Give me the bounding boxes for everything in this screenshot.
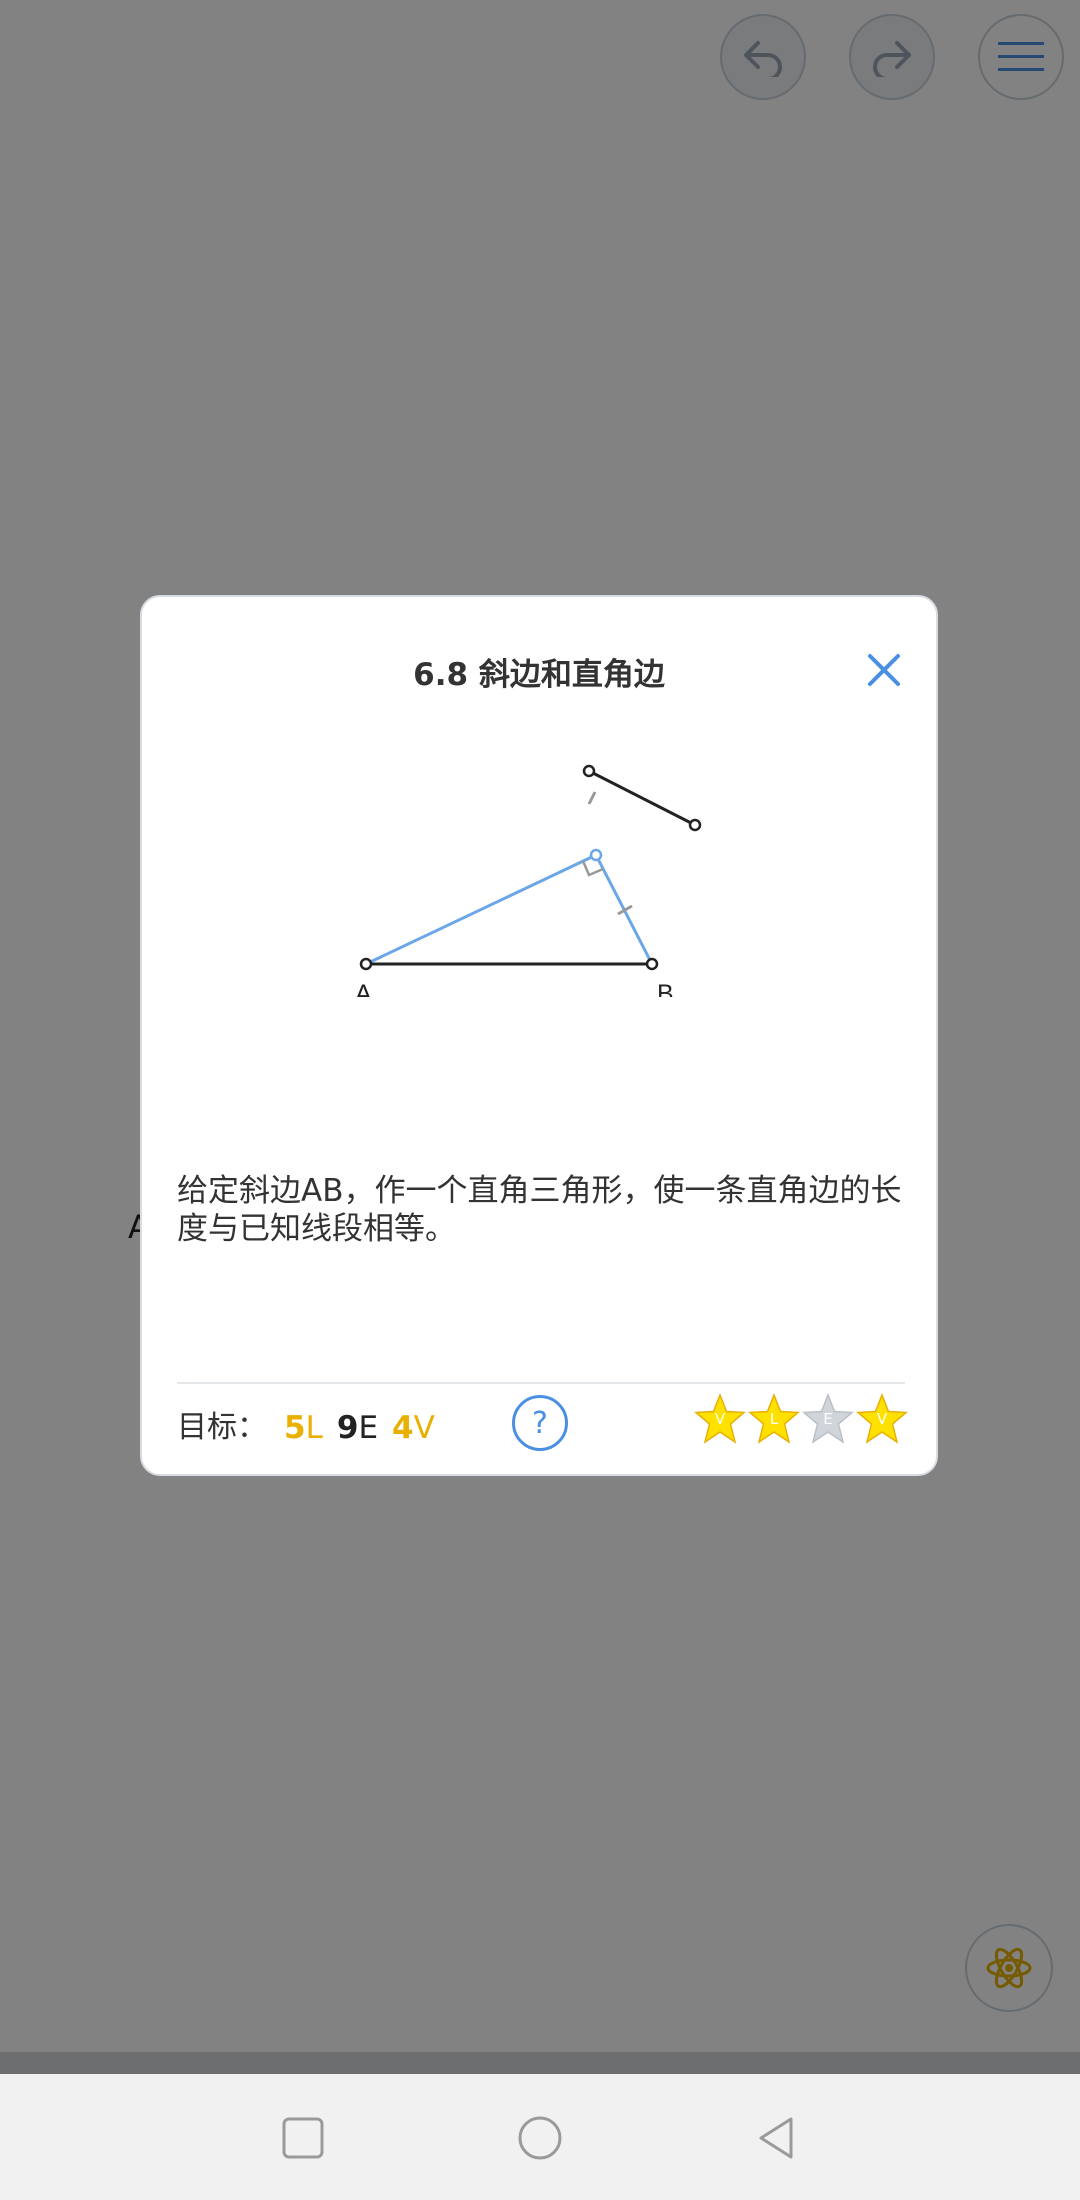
triangle-back-icon (759, 2117, 793, 2159)
star-v2: V (856, 1392, 908, 1448)
goal-e-count: 9 (336, 1410, 359, 1446)
point-c (589, 848, 603, 862)
level-dialog: 6.8 斜边和直角边 A B 给定斜边AB，作一个直角三角形，使一条直角边的长度… (140, 595, 938, 1476)
goal-l-letter: L (305, 1410, 323, 1446)
star-letter: E (823, 1410, 833, 1428)
goal-e: 9E (337, 1400, 378, 1456)
circle-icon (518, 2116, 562, 2160)
goal-e-letter: E (358, 1410, 379, 1446)
star-letter: V (714, 1410, 726, 1428)
point-b (645, 957, 659, 971)
goals-label: 目标： (177, 1410, 267, 1445)
star-l: L (748, 1392, 800, 1448)
star-letter: V (876, 1410, 888, 1428)
square-icon (282, 2117, 324, 2159)
point-a (359, 957, 373, 971)
point-a-label: A (355, 980, 372, 997)
star-letter: L (769, 1410, 779, 1428)
goal-l: 5L (284, 1400, 323, 1456)
divider (177, 1382, 905, 1384)
goal-v: 4V (392, 1400, 435, 1456)
star-e: E (802, 1392, 854, 1448)
back-button[interactable] (748, 2110, 804, 2166)
given-segment (588, 769, 696, 827)
given-segment-endpoint (688, 818, 702, 832)
problem-diagram: A B (355, 764, 702, 997)
goal-v-letter: V (413, 1410, 435, 1446)
system-navigation-bar (0, 2074, 1080, 2200)
goal-l-count: 5 (284, 1410, 306, 1446)
goals-list: 5L 9E 4V (284, 1400, 435, 1456)
given-segment-endpoint (582, 764, 596, 778)
problem-description: 给定斜边AB，作一个直角三角形，使一条直角边的长度与已知线段相等。 (177, 1173, 902, 1247)
home-button[interactable] (512, 2110, 568, 2166)
point-b-label: B (657, 980, 674, 997)
help-button[interactable]: ? (512, 1395, 568, 1451)
app-screen: A 6.8 斜边和直角边 A B 给定斜边AB，作一个直角三角形，使一条直角边的… (0, 0, 1080, 2200)
leg-a-c (365, 853, 597, 966)
star-v: V (694, 1392, 746, 1448)
stars-rating: V L E V (694, 1392, 908, 1448)
goal-v-count: 4 (392, 1410, 414, 1446)
recents-button[interactable] (275, 2110, 331, 2166)
given-segment-tick (587, 791, 597, 805)
